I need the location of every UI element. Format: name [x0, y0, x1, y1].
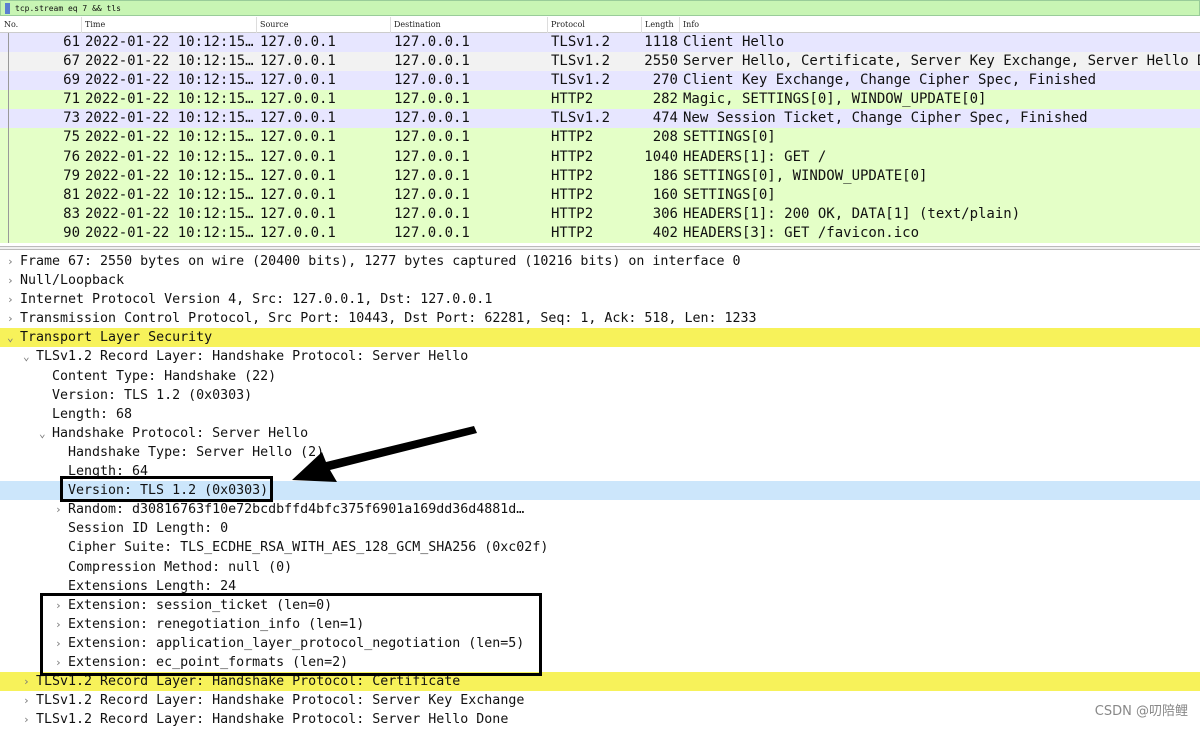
watermark: CSDN @叨陪鲤: [1094, 704, 1188, 719]
annotation-arrow-icon: [292, 426, 477, 482]
